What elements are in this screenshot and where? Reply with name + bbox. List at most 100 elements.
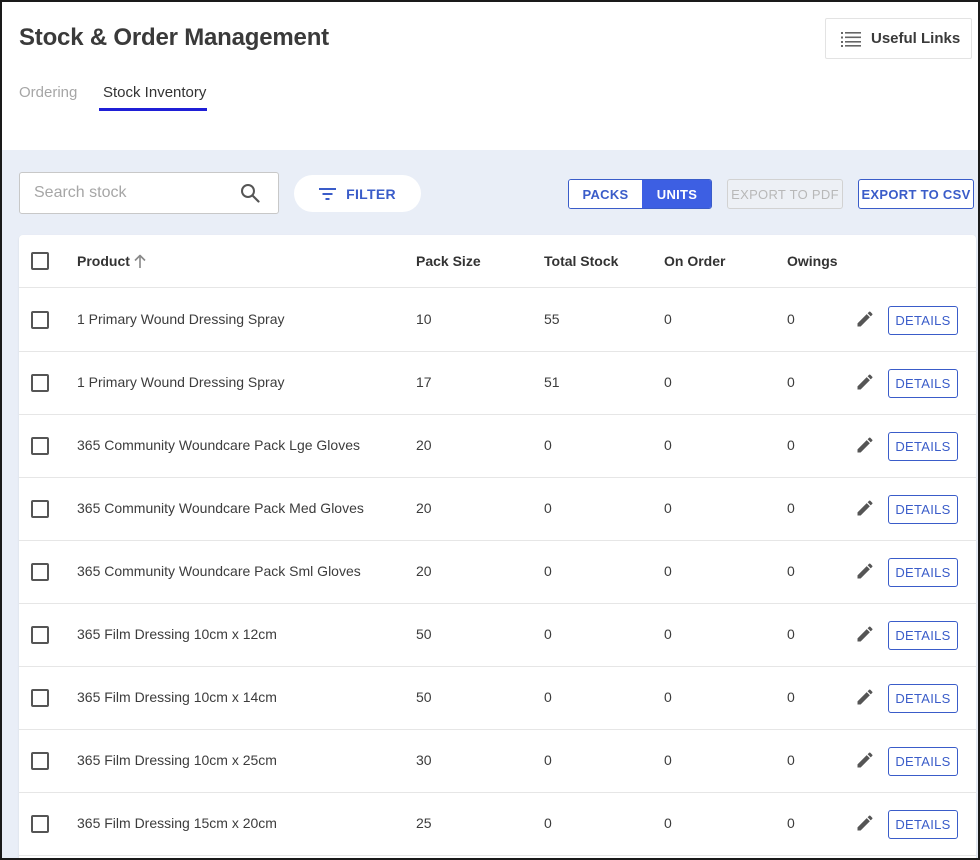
details-button[interactable]: DETAILS xyxy=(888,306,958,335)
edit-pencil-icon[interactable] xyxy=(855,624,875,644)
details-button[interactable]: DETAILS xyxy=(888,621,958,650)
on-order-cell: 0 xyxy=(664,311,672,327)
page-header: Stock & Order Management Useful Links Or… xyxy=(2,2,978,150)
row-checkbox[interactable] xyxy=(31,500,49,518)
pack-size-cell: 20 xyxy=(416,437,432,453)
edit-pencil-icon[interactable] xyxy=(855,561,875,581)
details-button[interactable]: DETAILS xyxy=(888,369,958,398)
product-cell: 365 Film Dressing 15cm x 20cm xyxy=(77,815,277,831)
tab-stock-inventory[interactable]: Stock Inventory xyxy=(103,84,206,101)
packs-units-toggle: PACKS UNITS xyxy=(568,179,712,209)
total-stock-cell: 0 xyxy=(544,563,552,579)
search-input[interactable] xyxy=(20,173,230,213)
total-stock-cell: 55 xyxy=(544,311,560,327)
on-order-cell: 0 xyxy=(664,689,672,705)
owings-cell: 0 xyxy=(787,563,795,579)
active-tab-indicator xyxy=(99,108,207,111)
details-button[interactable]: DETAILS xyxy=(888,495,958,524)
details-button[interactable]: DETAILS xyxy=(888,684,958,713)
toggle-units[interactable]: UNITS xyxy=(642,180,711,208)
total-stock-cell: 0 xyxy=(544,815,552,831)
edit-pencil-icon[interactable] xyxy=(855,435,875,455)
on-order-cell: 0 xyxy=(664,437,672,453)
product-cell: 365 Film Dressing 10cm x 25cm xyxy=(77,752,277,768)
total-stock-cell: 51 xyxy=(544,374,560,390)
row-checkbox[interactable] xyxy=(31,752,49,770)
filter-icon xyxy=(319,187,337,200)
app-window: Stock & Order Management Useful Links Or… xyxy=(0,0,980,860)
total-stock-cell: 0 xyxy=(544,626,552,642)
table-row: 1 Primary Wound Dressing Spray 10 55 0 0… xyxy=(19,289,976,352)
export-pdf-button[interactable]: EXPORT TO PDF xyxy=(727,179,843,209)
total-stock-cell: 0 xyxy=(544,437,552,453)
toggle-packs[interactable]: PACKS xyxy=(569,180,642,208)
edit-pencil-icon[interactable] xyxy=(855,813,875,833)
page-title: Stock & Order Management xyxy=(19,24,329,51)
select-all-checkbox[interactable] xyxy=(31,252,49,270)
on-order-cell: 0 xyxy=(664,815,672,831)
product-cell: 365 Community Woundcare Pack Med Gloves xyxy=(77,500,364,516)
product-cell: 1 Primary Wound Dressing Spray xyxy=(77,311,285,327)
edit-pencil-icon[interactable] xyxy=(855,687,875,707)
row-checkbox[interactable] xyxy=(31,374,49,392)
owings-cell: 0 xyxy=(787,689,795,705)
details-button[interactable]: DETAILS xyxy=(888,747,958,776)
details-button[interactable]: DETAILS xyxy=(888,558,958,587)
product-cell: 365 Community Woundcare Pack Lge Gloves xyxy=(77,437,360,453)
filter-button[interactable]: FILTER xyxy=(294,175,421,212)
search-box xyxy=(19,172,279,214)
tab-ordering[interactable]: Ordering xyxy=(19,84,77,101)
owings-cell: 0 xyxy=(787,374,795,390)
edit-pencil-icon[interactable] xyxy=(855,372,875,392)
header-on-order[interactable]: On Order xyxy=(664,253,725,269)
details-button[interactable]: DETAILS xyxy=(888,432,958,461)
table-row: 1 Primary Wound Dressing Spray 17 51 0 0… xyxy=(19,352,976,415)
export-csv-button[interactable]: EXPORT TO CSV xyxy=(858,179,974,209)
useful-links-button[interactable]: Useful Links xyxy=(825,18,972,59)
pack-size-cell: 20 xyxy=(416,500,432,516)
product-cell: 1 Primary Wound Dressing Spray xyxy=(77,374,285,390)
table-row: 365 Film Dressing 10cm x 12cm 50 0 0 0 D… xyxy=(19,604,976,667)
table-row: 365 Film Dressing 15cm x 20cm 25 0 0 0 D… xyxy=(19,793,976,856)
on-order-cell: 0 xyxy=(664,563,672,579)
pack-size-cell: 17 xyxy=(416,374,432,390)
row-checkbox[interactable] xyxy=(31,626,49,644)
header-owings[interactable]: Owings xyxy=(787,253,838,269)
table-row: 365 Community Woundcare Pack Sml Gloves … xyxy=(19,541,976,604)
total-stock-cell: 0 xyxy=(544,689,552,705)
sort-ascending-icon[interactable] xyxy=(133,253,147,269)
row-checkbox[interactable] xyxy=(31,563,49,581)
pack-size-cell: 50 xyxy=(416,626,432,642)
search-icon[interactable] xyxy=(240,183,260,203)
edit-pencil-icon[interactable] xyxy=(855,309,875,329)
stock-content: FILTER PACKS UNITS EXPORT TO PDF EXPORT … xyxy=(2,150,978,858)
owings-cell: 0 xyxy=(787,815,795,831)
edit-pencil-icon[interactable] xyxy=(855,498,875,518)
product-cell: 365 Community Woundcare Pack Sml Gloves xyxy=(77,563,361,579)
header-total-stock[interactable]: Total Stock xyxy=(544,253,618,269)
header-pack-size[interactable]: Pack Size xyxy=(416,253,481,269)
edit-pencil-icon[interactable] xyxy=(855,750,875,770)
total-stock-cell: 0 xyxy=(544,752,552,768)
details-button[interactable]: DETAILS xyxy=(888,810,958,839)
on-order-cell: 0 xyxy=(664,626,672,642)
table-header: Product Pack Size Total Stock On Order O… xyxy=(19,235,976,288)
owings-cell: 0 xyxy=(787,437,795,453)
row-checkbox[interactable] xyxy=(31,311,49,329)
filter-label: FILTER xyxy=(346,185,396,202)
owings-cell: 0 xyxy=(787,752,795,768)
row-checkbox[interactable] xyxy=(31,689,49,707)
row-checkbox[interactable] xyxy=(31,815,49,833)
owings-cell: 0 xyxy=(787,626,795,642)
header-product[interactable]: Product xyxy=(77,253,130,269)
row-checkbox[interactable] xyxy=(31,437,49,455)
product-cell: 365 Film Dressing 10cm x 12cm xyxy=(77,626,277,642)
list-icon xyxy=(841,31,861,47)
owings-cell: 0 xyxy=(787,500,795,516)
on-order-cell: 0 xyxy=(664,500,672,516)
table-row: 365 Community Woundcare Pack Lge Gloves … xyxy=(19,415,976,478)
pack-size-cell: 20 xyxy=(416,563,432,579)
on-order-cell: 0 xyxy=(664,374,672,390)
pack-size-cell: 50 xyxy=(416,689,432,705)
pack-size-cell: 10 xyxy=(416,311,432,327)
